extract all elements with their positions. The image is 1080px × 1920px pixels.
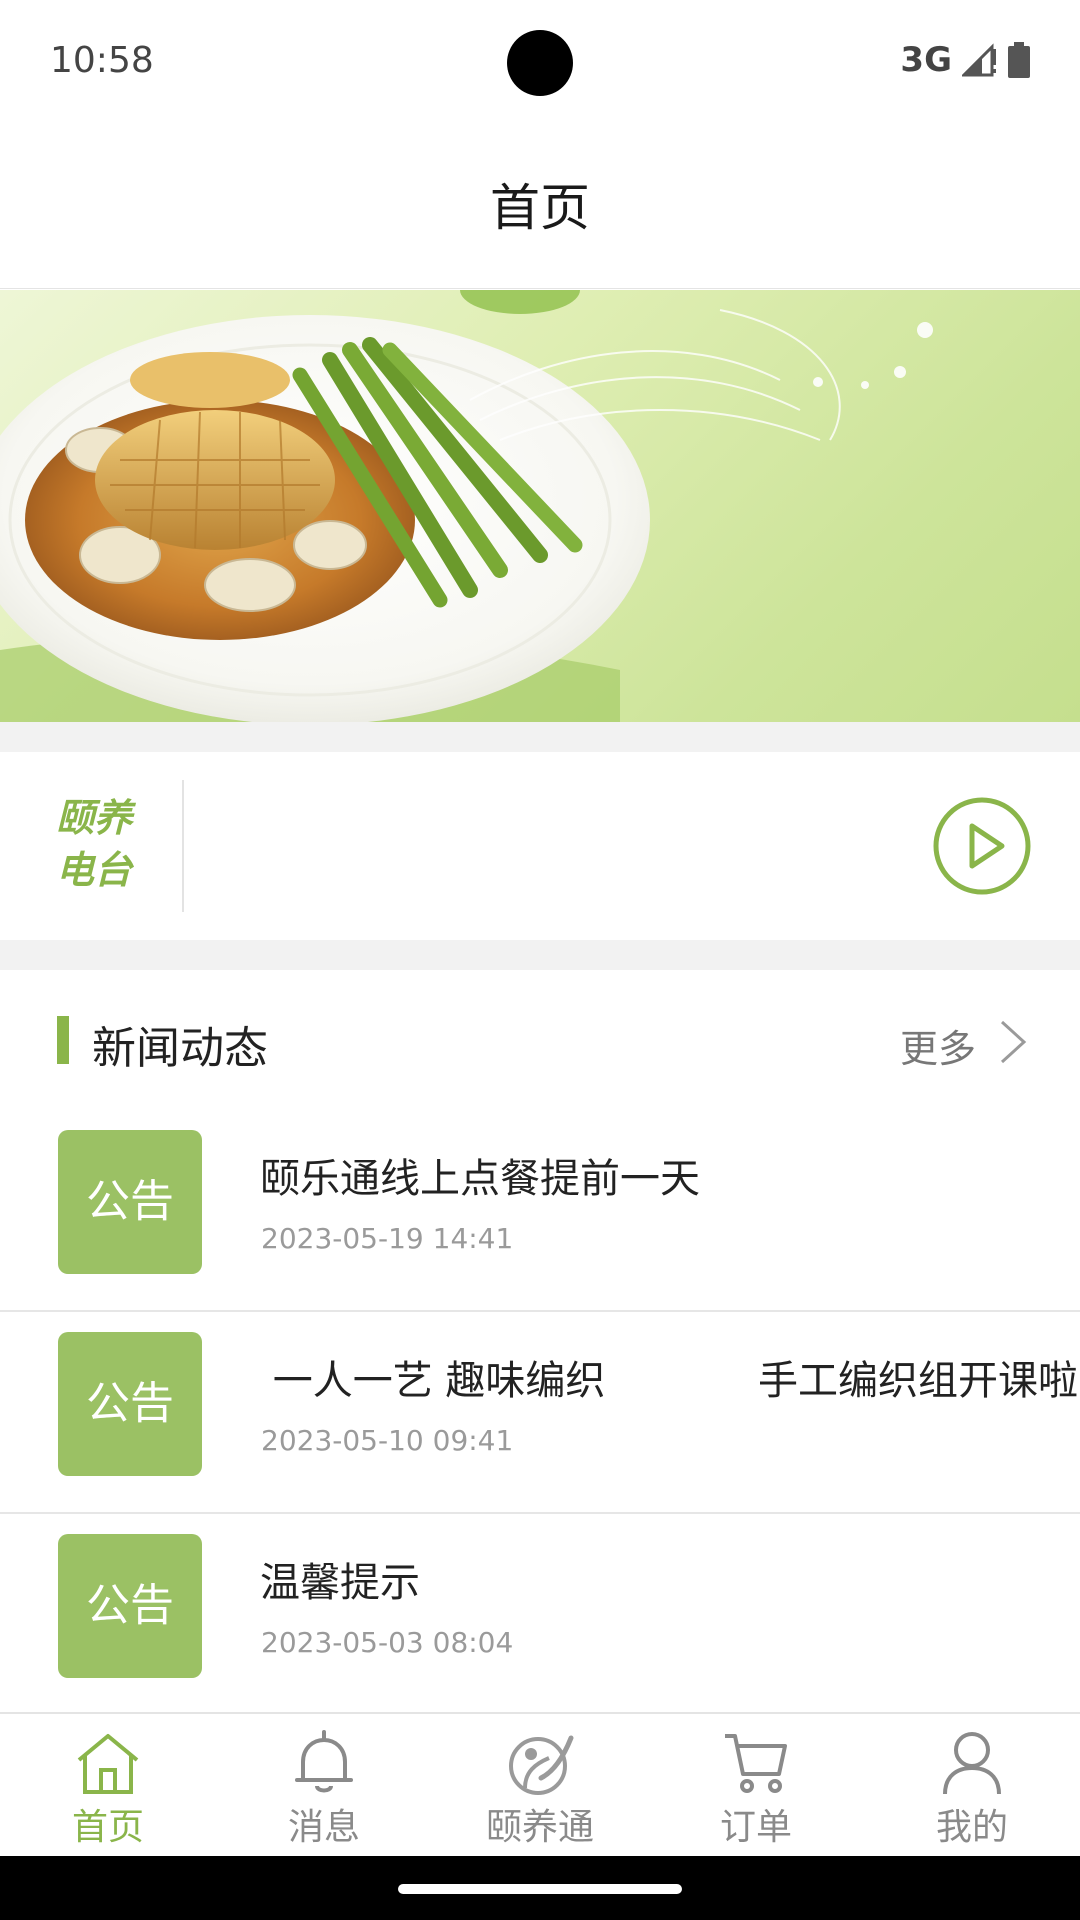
- nav-label-mine: 我的: [935, 1807, 1008, 1848]
- news-item-date: 2023-05-19 14:41: [261, 1222, 514, 1255]
- news-item-title: 颐乐通线上点餐提前一天: [260, 1156, 700, 1202]
- bell-icon: [295, 1730, 353, 1793]
- radio-divider: [182, 780, 184, 912]
- nav-tab-home[interactable]: 首页: [0, 1714, 216, 1858]
- nav-label-messages: 消息: [287, 1807, 360, 1848]
- nav-label-home: 首页: [71, 1807, 144, 1848]
- app-bar: 首页: [0, 130, 1080, 289]
- news-item-date: 2023-05-03 08:04: [261, 1626, 514, 1659]
- home-indicator[interactable]: [398, 1884, 682, 1894]
- radio-label-line1: 颐养: [56, 796, 133, 840]
- radio-label: 颐养 电台: [56, 792, 156, 896]
- status-icons: 3G: [900, 40, 1030, 80]
- status-bar: 10:58 3G: [0, 0, 1080, 130]
- cart-icon: [725, 1734, 787, 1793]
- section-gap: [0, 940, 1080, 970]
- news-item-date: 2023-05-10 09:41: [261, 1424, 514, 1457]
- camera-cutout: [507, 30, 573, 96]
- nav-label-yiyangtong: 颐养通: [485, 1807, 594, 1848]
- news-list-item[interactable]: 公告 一人一艺 趣味编织 手工编织组开课啦 2023-05-10 09:41: [0, 1312, 1080, 1514]
- banner-food-illustration: [0, 290, 933, 722]
- news-section-header: 新闻动态 更多: [0, 970, 1080, 1110]
- news-list-item[interactable]: 公告 温馨提示 2023-05-03 08:04: [0, 1514, 1080, 1716]
- news-item-title: 一人一艺 趣味编织 手工编织组开课啦: [260, 1358, 1079, 1404]
- news-accent-bar: [57, 1016, 69, 1064]
- signal-icon: [962, 43, 996, 77]
- news-badge: 公告: [58, 1534, 202, 1678]
- home-icon: [77, 1734, 139, 1794]
- bottom-nav-bar: 首页 消息 颐养通 订单 我的: [0, 1712, 1080, 1856]
- status-time: 10:58: [50, 40, 154, 81]
- radio-card: 颐养 电台: [0, 752, 1080, 940]
- chevron-right-icon[interactable]: [998, 1018, 1028, 1066]
- yiyangtong-icon: [509, 1735, 574, 1795]
- news-more-link[interactable]: 更多: [900, 1018, 976, 1073]
- news-section-title: 新闻动态: [92, 1023, 268, 1074]
- play-circle-icon[interactable]: [932, 796, 1032, 896]
- nav-tab-mine[interactable]: 我的: [864, 1714, 1080, 1858]
- person-icon: [943, 1732, 1001, 1795]
- radio-label-line2: 电台: [56, 848, 133, 892]
- news-badge: 公告: [58, 1332, 202, 1476]
- nav-label-orders: 订单: [719, 1807, 792, 1848]
- system-navigation-bar: [0, 1856, 1080, 1920]
- nav-tab-yiyangtong[interactable]: 颐养通: [432, 1714, 648, 1858]
- network-type: 3G: [900, 40, 952, 80]
- section-gap: [0, 722, 1080, 752]
- page-title: 首页: [490, 179, 590, 237]
- battery-icon: [1008, 42, 1030, 78]
- nav-tab-orders[interactable]: 订单: [648, 1714, 864, 1858]
- nav-tab-messages[interactable]: 消息: [216, 1714, 432, 1858]
- banner-image[interactable]: [0, 290, 1080, 722]
- home-screen: 10:58 3G 首页 颐养 电台 新闻动态 更多 公告 颐乐通线上点餐提前一天…: [0, 0, 1080, 1920]
- news-list-item[interactable]: 公告 颐乐通线上点餐提前一天 2023-05-19 14:41: [0, 1110, 1080, 1312]
- news-item-title: 温馨提示: [260, 1560, 420, 1606]
- news-badge: 公告: [58, 1130, 202, 1274]
